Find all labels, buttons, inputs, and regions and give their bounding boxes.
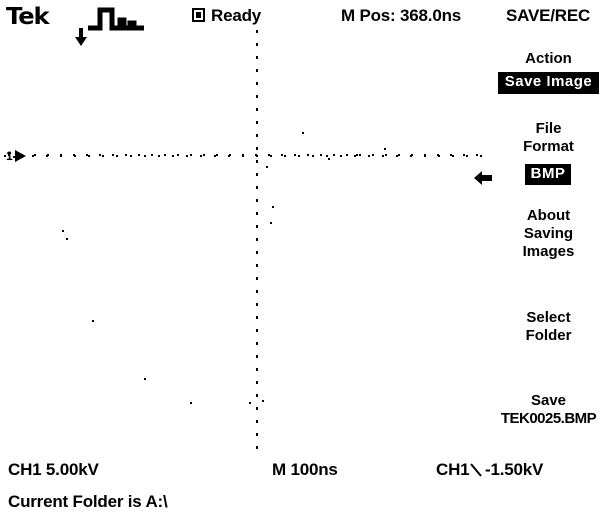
menu-action-label: Action bbox=[525, 50, 572, 67]
menu-select-folder-line1: Select bbox=[526, 309, 571, 326]
oscilloscope-screen: Tek Ready M Pos: 368.0ns SAVE/REC 1 Acti… bbox=[0, 0, 605, 524]
menu-file-format-value[interactable]: BMP bbox=[525, 164, 571, 185]
tek-logo: Tek bbox=[6, 4, 50, 30]
timebase-readout: M 100ns bbox=[272, 460, 338, 479]
center-vertical-graticule bbox=[256, 30, 258, 450]
menu-about-line1: About bbox=[526, 207, 571, 224]
menu-save-filename: TEK0025.BMP bbox=[500, 410, 597, 427]
menu-file-format-label: File Format bbox=[492, 120, 605, 156]
horizontal-position-readout: M Pos: 368.0ns bbox=[341, 6, 462, 25]
channel-1-waveform-trace bbox=[8, 154, 478, 156]
menu-select-folder-line2: Folder bbox=[525, 327, 572, 344]
trigger-level-readout: -1.50kV bbox=[485, 460, 544, 479]
side-menu: Action Save Image File Format BMP About … bbox=[492, 42, 605, 442]
menu-title: SAVE/REC bbox=[506, 6, 591, 25]
trigger-level-arrow-icon bbox=[474, 171, 492, 185]
trigger-source-readout: CH1 bbox=[436, 460, 470, 479]
menu-file-format-label-line2: Format bbox=[523, 138, 574, 155]
menu-select-folder[interactable]: Select Folder bbox=[492, 309, 605, 345]
menu-action-value[interactable]: Save Image bbox=[498, 72, 599, 94]
menu-save-label[interactable]: Save bbox=[492, 392, 605, 410]
pulse-waveform-icon bbox=[88, 7, 144, 31]
status-bar: CH1 5.00kV M 100ns CH1 -1.50kV bbox=[0, 458, 605, 488]
menu-about-line3: Images bbox=[522, 243, 575, 260]
falling-edge-icon bbox=[470, 463, 482, 477]
acquisition-state-label: Ready bbox=[211, 6, 262, 25]
channel-1-scale-readout: CH1 5.00kV bbox=[8, 460, 99, 479]
current-folder-message: Current Folder is A:\ bbox=[8, 492, 168, 511]
waveform-graticule bbox=[4, 30, 489, 450]
trigger-state-icon bbox=[192, 8, 205, 22]
menu-about-saving-images[interactable]: About Saving Images bbox=[492, 207, 605, 261]
menu-file-format-label-line1: File bbox=[535, 120, 562, 137]
menu-about-line2: Saving bbox=[523, 225, 574, 242]
